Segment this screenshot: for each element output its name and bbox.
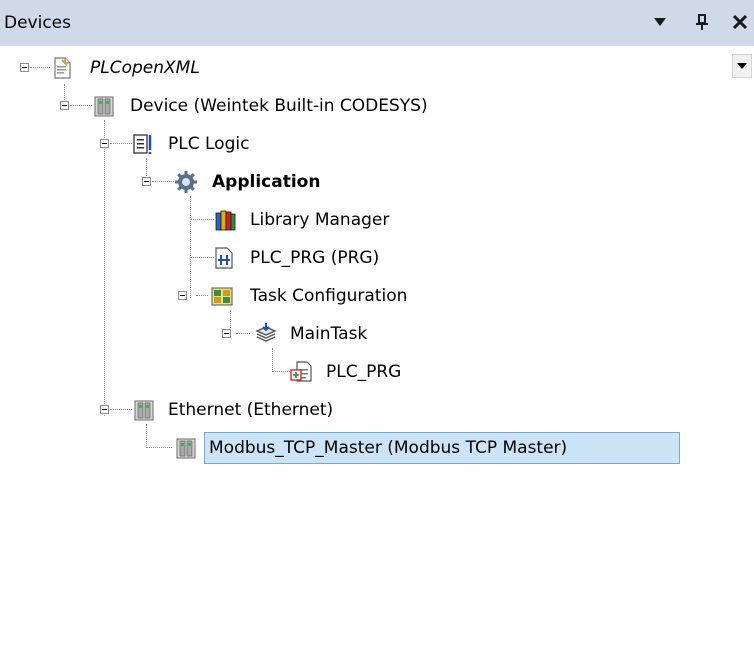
tree-connector: [190, 257, 214, 258]
collapse-toggle-application[interactable]: [142, 177, 151, 186]
tree-connector: [152, 181, 174, 182]
tree-node-plc-prg[interactable]: PLC_PRG: [322, 356, 405, 388]
tree-connector: [70, 105, 92, 106]
scroll-dropdown-button[interactable]: [732, 54, 752, 78]
tree-connector: [64, 84, 65, 100]
library-books-icon: [214, 208, 238, 232]
collapse-toggle-ethernet[interactable]: [100, 405, 109, 414]
tree-connector: [146, 424, 147, 448]
collapse-toggle-plcopenxml[interactable]: [20, 63, 29, 72]
tree-node-task-configuration[interactable]: Task Configuration: [246, 280, 411, 312]
device-icon: [92, 94, 116, 118]
devices-tree: PLCopenXML Device (Weintek Built-in CODE…: [0, 46, 730, 650]
program-icon: [212, 246, 236, 270]
device-icon: [174, 436, 198, 460]
tree-node-device[interactable]: Device (Weintek Built-in CODESYS): [126, 90, 432, 122]
panel-title: Devices: [4, 13, 71, 33]
tree-node-plcopenxml[interactable]: PLCopenXML: [86, 52, 204, 84]
pin-icon[interactable]: [690, 8, 714, 36]
tree-connector: [110, 143, 132, 144]
collapse-toggle-task-configuration[interactable]: [178, 291, 187, 300]
tree-connector: [104, 120, 105, 416]
tree-node-ethernet[interactable]: Ethernet (Ethernet): [164, 394, 337, 426]
tree-connector: [190, 219, 214, 220]
tree-node-plc-prg-prg[interactable]: PLC_PRG (PRG): [246, 242, 383, 274]
tree-node-modbus-tcp-master[interactable]: Modbus_TCP_Master (Modbus TCP Master): [204, 432, 680, 464]
tree-connector: [146, 447, 172, 448]
tree-node-library-manager[interactable]: Library Manager: [246, 204, 393, 236]
tree-node-plc-logic[interactable]: PLC Logic: [164, 128, 253, 160]
program-call-icon: [290, 360, 314, 384]
close-icon[interactable]: [728, 8, 752, 36]
tree-node-application[interactable]: Application: [208, 166, 324, 198]
tree-connector: [236, 333, 250, 334]
task-stack-icon: [254, 322, 278, 346]
tree-connector: [272, 371, 290, 372]
tree-connector: [30, 67, 50, 68]
collapse-toggle-device[interactable]: [60, 101, 69, 110]
tree-node-maintask[interactable]: MainTask: [286, 318, 371, 350]
xml-document-icon: [50, 56, 74, 80]
tree-connector: [272, 348, 273, 372]
triangle-down-icon[interactable]: [648, 8, 672, 36]
plc-logic-icon: [132, 132, 156, 156]
tree-connector: [110, 409, 132, 410]
application-gear-icon: [174, 170, 198, 194]
collapse-toggle-plc-logic[interactable]: [100, 139, 109, 148]
tree-connector: [196, 295, 208, 296]
devices-panel-titlebar: Devices: [0, 0, 754, 46]
tree-connector: [190, 196, 191, 298]
collapse-toggle-maintask[interactable]: [222, 329, 231, 338]
task-configuration-icon: [210, 284, 234, 308]
device-icon: [132, 398, 156, 422]
